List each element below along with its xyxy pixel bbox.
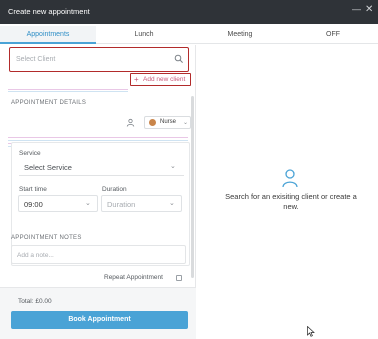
appointment-notes-heading: APPOINTMENT NOTES <box>11 235 82 241</box>
notes-input[interactable]: Add a note... <box>11 245 186 264</box>
start-time-value: 09:00 <box>24 200 43 209</box>
render-artifact <box>8 140 188 141</box>
render-artifact <box>8 91 128 92</box>
tab-lunch[interactable]: Lunch <box>96 26 192 44</box>
service-select[interactable]: Select Service ⌄ <box>19 159 184 176</box>
tab-bar: Appointments Lunch Meeting OFF <box>0 26 378 44</box>
chevron-down-icon: ⌄ <box>183 120 189 126</box>
service-label: Service <box>19 150 41 157</box>
book-appointment-button[interactable]: Book Appointment <box>11 311 188 329</box>
appointment-details-heading: APPOINTMENT DETAILS <box>11 100 87 106</box>
repeat-appointment-label: Repeat Appointment <box>104 274 163 281</box>
add-new-client-button[interactable]: + Add new client <box>130 73 191 86</box>
duration-placeholder: Duration <box>107 200 136 209</box>
render-artifact <box>8 137 188 138</box>
mouse-cursor-icon <box>307 326 315 337</box>
start-time-label: Start time <box>19 186 47 193</box>
search-icon <box>174 54 183 63</box>
duration-select[interactable]: Duration ⌄ <box>101 195 182 212</box>
repeat-appointment-checkbox[interactable] <box>176 275 182 281</box>
start-time-select[interactable]: 09:00 ⌄ <box>18 195 98 212</box>
user-icon <box>126 118 135 127</box>
chevron-down-icon: ⌄ <box>170 163 176 170</box>
minimize-icon[interactable]: — <box>352 4 361 14</box>
plus-icon: + <box>134 75 139 84</box>
tab-appointments[interactable]: Appointments <box>0 26 96 44</box>
total-amount: Total: £0.00 <box>18 298 52 305</box>
chevron-down-icon: ⌄ <box>85 200 91 207</box>
client-search-placeholder: Select Client <box>16 56 56 63</box>
staff-avatar <box>149 119 156 126</box>
close-icon[interactable]: ✕ <box>365 4 373 15</box>
title-bar: Create new appointment — ✕ <box>0 0 378 24</box>
scrollbar[interactable] <box>191 96 194 278</box>
tab-off[interactable]: OFF <box>288 26 378 44</box>
chevron-down-icon: ⌄ <box>169 200 175 207</box>
empty-state-message: Search for an exisiting client or create… <box>225 192 357 211</box>
staff-select[interactable]: Nurse ⌄ <box>144 116 191 129</box>
staff-value: Nurse <box>160 119 177 125</box>
tab-meeting[interactable]: Meeting <box>192 26 288 44</box>
duration-label: Duration <box>102 186 127 193</box>
service-placeholder: Select Service <box>24 163 72 172</box>
render-artifact <box>8 89 128 90</box>
notes-placeholder: Add a note... <box>17 252 54 259</box>
window-title: Create new appointment <box>8 7 90 16</box>
user-icon <box>282 169 298 188</box>
client-search-input[interactable]: Select Client <box>9 47 189 72</box>
add-new-client-label: Add new client <box>143 76 186 83</box>
